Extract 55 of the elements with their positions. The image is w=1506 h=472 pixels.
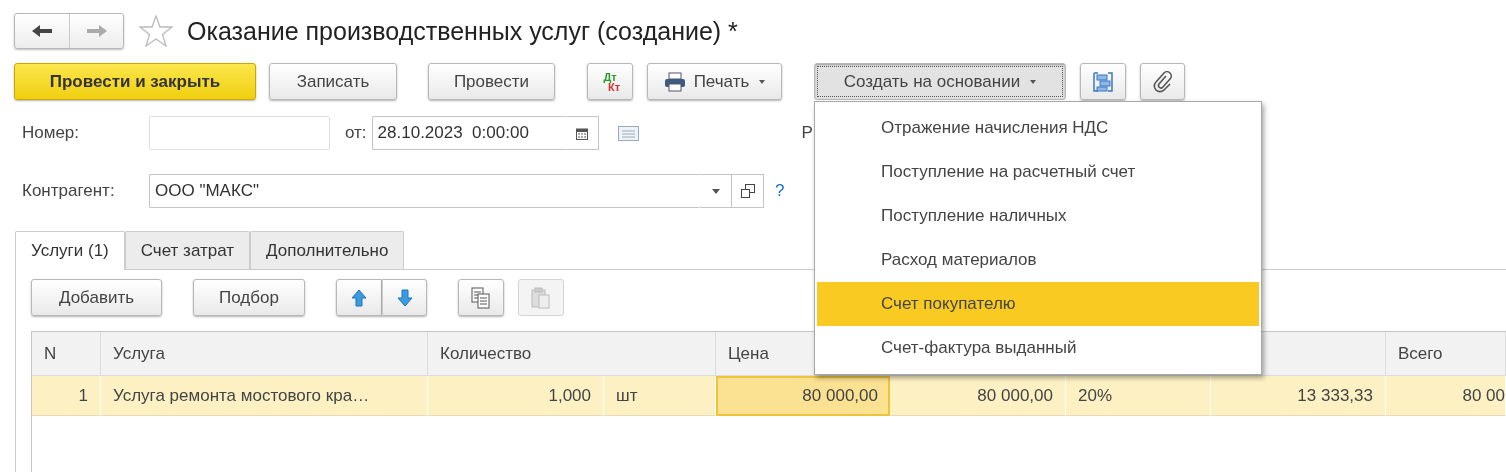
- open-window-icon: [740, 184, 755, 198]
- toolbar-button[interactable]: Записать: [269, 63, 397, 100]
- menu-item[interactable]: Счет покупателю: [817, 282, 1259, 326]
- menu-item[interactable]: Поступление наличных: [817, 194, 1259, 238]
- move-up-button[interactable]: [336, 279, 382, 316]
- arrow-down-icon: [396, 288, 413, 307]
- attach-button[interactable]: [1140, 63, 1185, 100]
- help-link[interactable]: ?: [775, 181, 785, 201]
- arrow-left-icon: [31, 24, 53, 38]
- table-cell: 80 00: [1386, 376, 1506, 416]
- field-label: Р: [801, 123, 813, 143]
- tab[interactable]: Счет затрат: [124, 231, 251, 269]
- table-cell: 1,000: [428, 376, 604, 416]
- copy-button[interactable]: [458, 279, 504, 316]
- number-field[interactable]: [149, 116, 330, 150]
- list-icon: [617, 125, 639, 141]
- print-button[interactable]: Печать: [647, 63, 782, 100]
- structure-button[interactable]: [1080, 63, 1126, 100]
- table-cell: 20%: [1066, 376, 1211, 416]
- star-icon[interactable]: [139, 15, 173, 47]
- column-header[interactable]: Всего: [1386, 332, 1506, 376]
- arrow-up-icon: [351, 288, 367, 307]
- field-label: Контрагент:: [21, 181, 116, 201]
- table-cell: 80 000,00: [890, 376, 1066, 416]
- column-header[interactable]: Количество: [428, 332, 716, 376]
- tab[interactable]: Дополнительно: [250, 231, 405, 269]
- field-label: Номер:: [21, 123, 81, 143]
- table-toolbar-button[interactable]: Подбор: [193, 279, 305, 316]
- debit-credit-icon: Дт Кт: [599, 71, 621, 92]
- hierarchy-icon: [1092, 70, 1114, 93]
- tab[interactable]: Услуги (1): [15, 231, 125, 270]
- toolbar-button[interactable]: Провести: [428, 63, 555, 100]
- printer-icon: [663, 71, 686, 92]
- menu-item[interactable]: Отражение начисления НДС: [817, 106, 1259, 150]
- menu-item[interactable]: Расход материалов: [817, 238, 1259, 282]
- field-label: от:: [345, 123, 367, 143]
- post-and-close-button[interactable]: Провести и закрыть: [14, 63, 256, 100]
- arrow-right-icon: [85, 24, 108, 38]
- open-button[interactable]: [732, 174, 764, 208]
- move-down-button[interactable]: [382, 279, 427, 316]
- menu-item[interactable]: Поступление на расчетный счет: [817, 150, 1259, 194]
- table-cell: Услуга ремонта мостового кра…: [101, 376, 428, 416]
- table-toolbar-button[interactable]: Добавить: [31, 279, 162, 316]
- table-cell: 80 000,00: [716, 376, 890, 416]
- clipboard-icon: [531, 286, 551, 309]
- window-title: Оказание производственных услуг (создание) *: [187, 16, 738, 46]
- paperclip-icon: [1152, 70, 1173, 93]
- table-cell: 1: [32, 376, 101, 416]
- table-cell: 13 333,33: [1211, 376, 1386, 416]
- column-header[interactable]: Услуга: [101, 332, 428, 376]
- create-based-on-button[interactable]: Создать на основании: [814, 63, 1066, 100]
- table-cell: шт: [604, 376, 716, 416]
- debit-credit-button[interactable]: Дт Кт: [587, 63, 633, 100]
- copy-icon: [471, 286, 491, 309]
- column-header[interactable]: N: [32, 332, 101, 376]
